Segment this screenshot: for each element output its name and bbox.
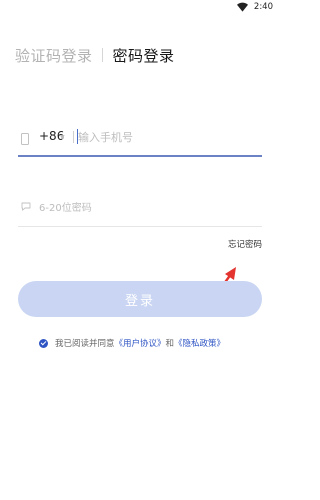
agreement-checkbox[interactable] bbox=[39, 338, 48, 348]
chevron-down-icon[interactable]: ▼ bbox=[60, 134, 65, 141]
tab-divider bbox=[101, 48, 103, 62]
login-tabs: 验证码登录 密码登录 bbox=[15, 45, 175, 65]
password-input[interactable] bbox=[39, 198, 239, 218]
password-icon bbox=[21, 202, 31, 211]
agreement-text: 我已阅读并同意 bbox=[55, 339, 115, 349]
status-time: 2:40 bbox=[253, 2, 273, 12]
forgot-password-link[interactable]: 忘记密码 bbox=[228, 238, 262, 250]
privacy-policy-link[interactable]: 《隐私政策》 bbox=[174, 337, 225, 349]
status-bar: 2:40 bbox=[0, 0, 281, 16]
login-button[interactable]: 登录 bbox=[18, 281, 262, 317]
phone-input[interactable] bbox=[78, 127, 248, 147]
agreement-and: 和 bbox=[165, 339, 175, 349]
phone-icon bbox=[21, 133, 29, 145]
password-underline bbox=[18, 226, 262, 227]
wifi-icon bbox=[237, 2, 248, 12]
agreement-row: 我已阅读并同意 《用户协议》 和 《隐私政策》 bbox=[39, 337, 225, 349]
tab-sms-login[interactable]: 验证码登录 bbox=[15, 45, 93, 66]
tab-password-login[interactable]: 密码登录 bbox=[113, 45, 175, 66]
field-divider bbox=[73, 131, 74, 143]
user-agreement-link[interactable]: 《用户协议》 bbox=[115, 337, 166, 349]
phone-underline bbox=[18, 155, 262, 157]
password-field bbox=[18, 194, 262, 227]
phone-field: +86 ▼ bbox=[18, 123, 262, 157]
